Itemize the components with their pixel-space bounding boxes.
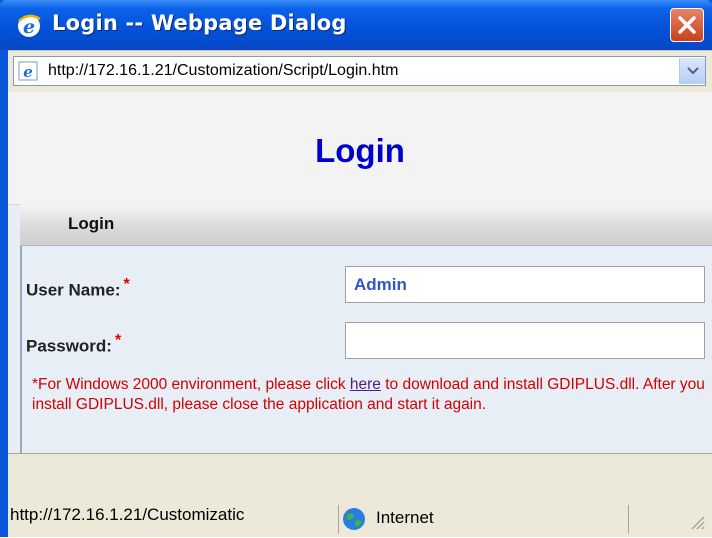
close-button[interactable] [670,8,704,42]
zone-label: Internet [376,508,434,527]
ie-icon: e [16,13,42,39]
password-label-text: Password: [26,336,112,356]
globe-icon [342,507,366,531]
chevron-down-icon [687,67,699,75]
section-header: Login [20,204,712,246]
address-dropdown-button[interactable] [679,58,705,84]
gdiplus-note: *For Windows 2000 environment, please cl… [32,375,708,415]
note-text-before: *For Windows 2000 environment, please cl… [32,376,350,393]
address-url: http://172.16.1.21/Customization/Script/… [48,62,399,79]
address-field[interactable]: e http://172.16.1.21/Customization/Scrip… [13,56,706,86]
status-row: http://172.16.1.21/Customizatic Internet [8,501,712,538]
svg-text:e: e [23,16,35,38]
section-label: Login [68,214,115,233]
page-icon: e [18,61,38,81]
title-bar[interactable]: e Login -- Webpage Dialog [0,0,712,50]
username-input[interactable] [345,266,705,303]
dialog-window: e Login -- Webpage Dialog e http://172.1… [0,0,712,537]
username-label: User Name: * [26,276,130,301]
close-icon [678,16,696,34]
resize-grip-icon[interactable] [688,513,706,531]
page-header: Login [8,92,712,205]
window-title: Login -- Webpage Dialog [52,11,347,35]
status-bar: http://172.16.1.21/Customizatic Internet [8,453,712,537]
username-label-text: User Name: [26,280,121,300]
status-url: http://172.16.1.21/Customizatic [10,505,339,534]
svg-text:e: e [23,63,33,81]
password-label: Password: * [26,332,121,357]
address-bar: e http://172.16.1.21/Customization/Scrip… [8,50,712,92]
required-marker: * [114,332,122,349]
status-divider [628,505,629,534]
page-content: Login Login User Name:* Password:* *For … [8,92,712,453]
password-input[interactable] [345,322,705,359]
required-marker: * [123,276,130,293]
download-here-link[interactable]: here [350,376,381,393]
page-title: Login [315,132,405,169]
